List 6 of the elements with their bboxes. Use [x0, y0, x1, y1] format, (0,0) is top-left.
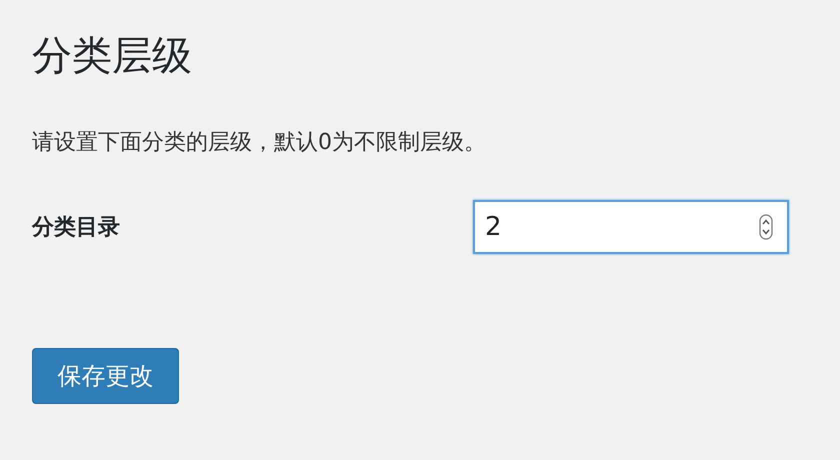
description-text: 请设置下面分类的层级，默认0为不限制层级。: [32, 129, 487, 157]
page-title: 分类层级: [32, 32, 193, 81]
spinner-icon[interactable]: [759, 214, 773, 240]
save-button[interactable]: 保存更改: [32, 348, 179, 404]
number-input-field[interactable]: 2: [473, 200, 789, 254]
field-label: 分类目录: [32, 214, 121, 242]
